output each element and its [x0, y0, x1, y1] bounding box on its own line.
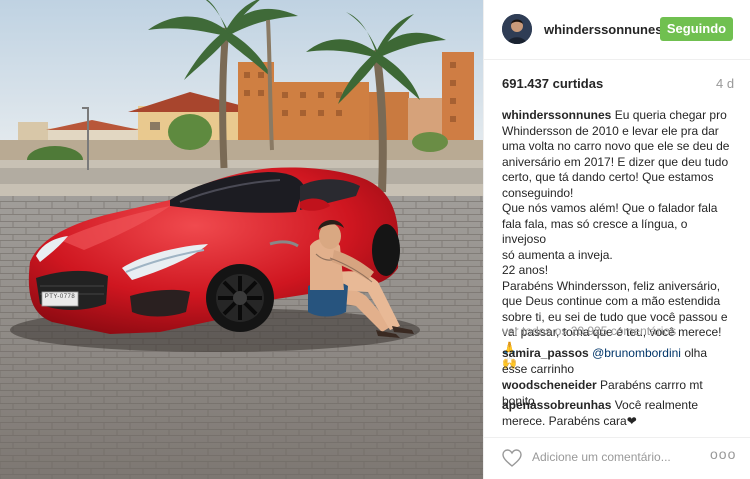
caption-line: conseguindo!	[502, 185, 574, 200]
comment-item: samira_passos @brunombordini olha esse c…	[502, 346, 734, 377]
post-username[interactable]: whinderssonnunes	[544, 22, 662, 37]
license-plate-text: PTY-0778	[44, 294, 76, 300]
caption-line: certo, que tá dando certo! Que estamos	[502, 170, 714, 184]
post-age[interactable]: 4 d	[716, 76, 734, 91]
add-comment-input[interactable]: Adicione um comentário...	[532, 450, 671, 464]
caption-username[interactable]: whinderssonnunes	[502, 108, 611, 122]
caption-line: sobre ti, eu sei de tudo que você passou…	[502, 309, 728, 324]
caption-line: Parabéns Whindersson, feliz aniversário,	[502, 278, 721, 293]
post-header: whinderssonnunes Seguindo	[484, 0, 750, 60]
view-all-comments-link[interactable]: ver todos os 20.925 comentários	[502, 324, 676, 338]
comment-username[interactable]: apenassobreunhas	[502, 398, 611, 412]
caption-line: uma volta no carro novo que ele se deu d…	[502, 139, 730, 153]
avatar[interactable]	[502, 14, 532, 44]
caption-line: fala fala, mas só cresce a língua, o inv…	[502, 216, 688, 247]
comment-mention[interactable]: @brunombordini	[592, 346, 681, 360]
caption-line: Que nós vamos além! Que o falador fala	[502, 201, 718, 215]
comment-username[interactable]: samira_passos	[502, 346, 589, 360]
comment-username[interactable]: woodscheneider	[502, 378, 597, 392]
caption-line: aniversário em 2017! E dizer que deu tud…	[502, 154, 729, 169]
heart-icon[interactable]	[502, 449, 522, 467]
comment-item: apenassobreunhas Você realmente merece. …	[502, 398, 734, 429]
more-options-icon[interactable]: ooo	[710, 446, 736, 462]
caption-line: whinderssonnunes Eu queria chegar pro	[502, 108, 727, 122]
rear-wheel	[372, 224, 400, 276]
caption-line: 22 anos!	[502, 263, 549, 277]
caption-line: que Deus continue com a mão estendida	[502, 294, 721, 308]
post-photo[interactable]: PTY-0778	[0, 0, 483, 479]
following-button[interactable]: Seguindo	[660, 17, 733, 41]
likes-count[interactable]: 691.437 curtidas	[502, 76, 603, 91]
post-side-panel: whinderssonnunes Seguindo 691.437 curtid…	[483, 0, 750, 479]
caption-line: só aumenta a inveja.	[502, 247, 613, 262]
post-footer: Adicione um comentário... ooo	[484, 437, 750, 479]
caption-line: Whindersson de 2010 e levar ele pra dar	[502, 123, 719, 138]
